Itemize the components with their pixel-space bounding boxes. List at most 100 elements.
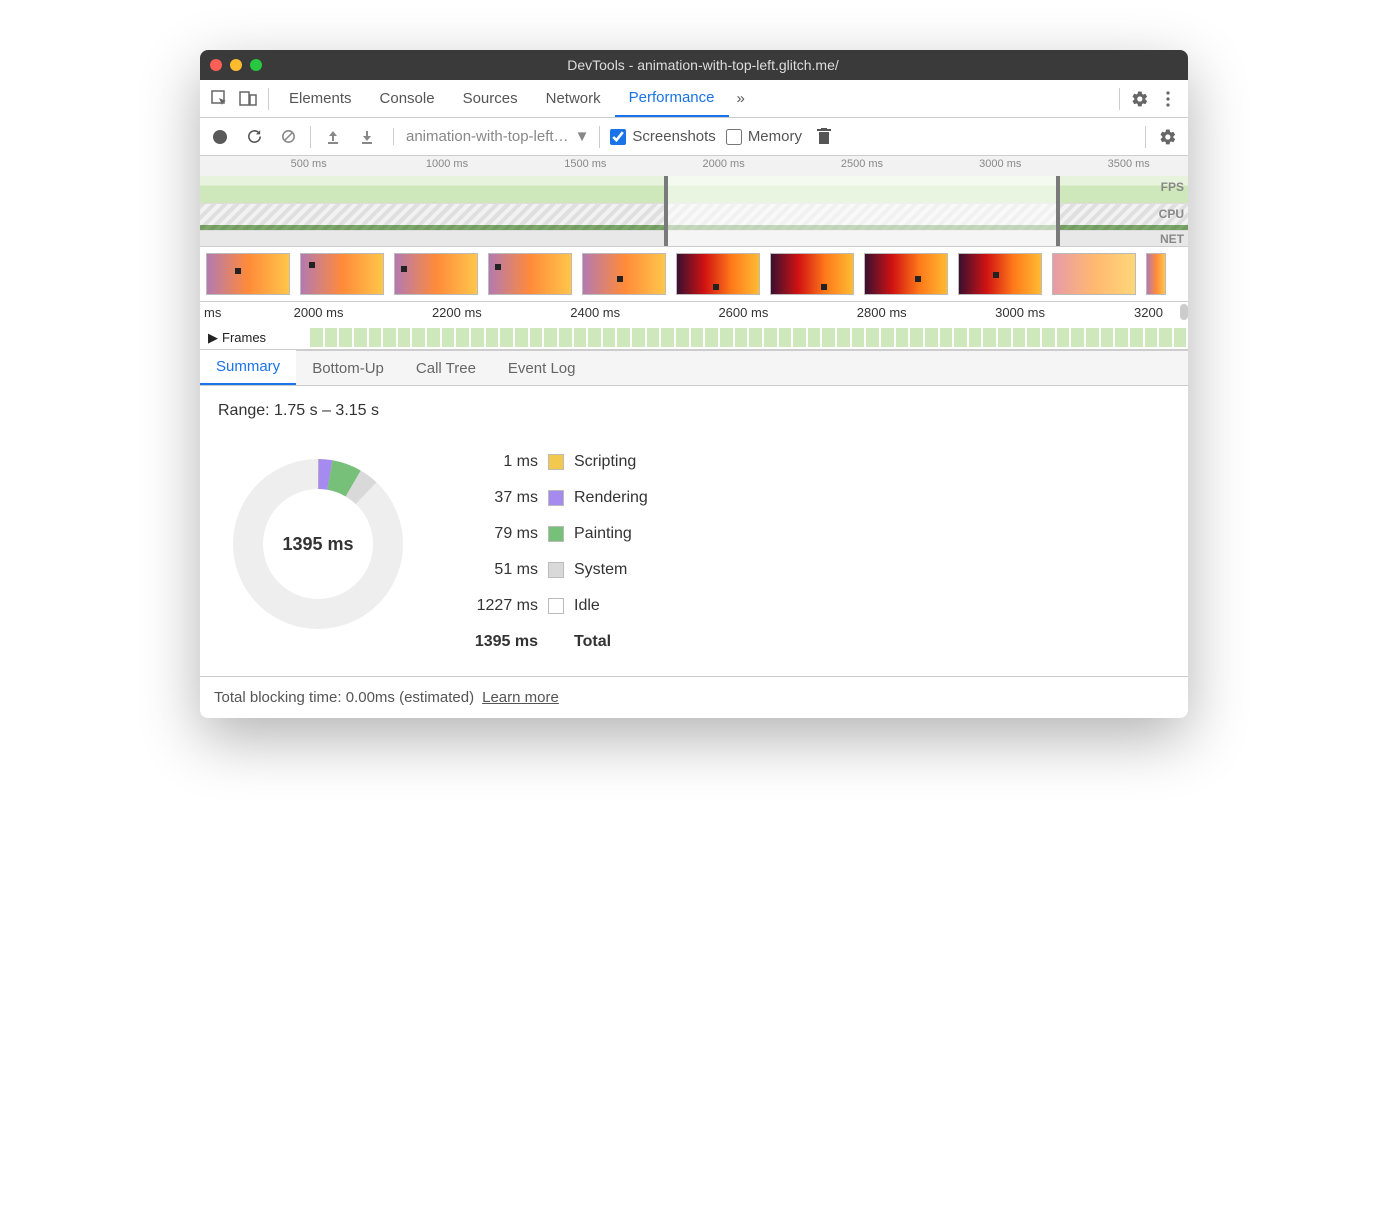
memory-checkbox[interactable]: Memory [726, 128, 802, 145]
ruler-tick: 2000 ms [703, 158, 745, 170]
close-window-button[interactable] [210, 59, 222, 71]
range-text: Range: 1.75 s – 3.15 s [218, 402, 1170, 420]
footer: Total blocking time: 0.00ms (estimated) … [200, 676, 1188, 718]
tab-bottom-up[interactable]: Bottom-Up [296, 352, 400, 385]
kebab-menu-icon[interactable] [1154, 85, 1182, 113]
frames-label-text: Frames [222, 330, 266, 345]
frames-bars [200, 326, 1188, 349]
performance-toolbar: animation-with-top-left… ▼ Screenshots M… [200, 118, 1188, 156]
ruler-tick: 2200 ms [432, 305, 482, 320]
screenshot-thumbnail[interactable] [206, 253, 290, 295]
divider [1145, 126, 1146, 148]
tab-network[interactable]: Network [532, 80, 615, 117]
legend-row: 37 ms Rendering [458, 480, 648, 516]
frames-row[interactable]: ▶ Frames [200, 326, 1188, 350]
download-profile-icon[interactable] [355, 125, 379, 149]
legend-name: Painting [574, 525, 632, 543]
divider [1119, 88, 1120, 110]
overview-tracks: FPS CPU NET [200, 176, 1188, 246]
summary-legend: 1 msScripting 37 ms Rendering 79 msPainting… [458, 444, 648, 660]
legend-swatch [548, 598, 564, 614]
ruler-tick: 2800 ms [857, 305, 907, 320]
tab-elements[interactable]: Elements [275, 80, 366, 117]
profile-selector[interactable]: animation-with-top-left… ▼ [393, 128, 589, 145]
ruler-tick: 3200 [1134, 305, 1163, 320]
settings-gear-icon[interactable] [1126, 85, 1154, 113]
tab-performance[interactable]: Performance [615, 80, 729, 117]
capture-settings-gear-icon[interactable] [1156, 125, 1180, 149]
clear-icon[interactable] [276, 125, 300, 149]
filmstrip [200, 247, 1188, 302]
divider [268, 88, 269, 110]
time-selection-handles[interactable] [664, 176, 1059, 246]
ruler-tick: 2600 ms [718, 305, 768, 320]
legend-name: Idle [574, 597, 600, 615]
screenshots-checkbox[interactable]: Screenshots [610, 128, 715, 145]
legend-swatch [548, 562, 564, 578]
overview-pane[interactable]: 500 ms 1000 ms 1500 ms 2000 ms 2500 ms 3… [200, 156, 1188, 247]
ruler-tick: 3500 ms [1108, 158, 1150, 170]
minimize-window-button[interactable] [230, 59, 242, 71]
flamechart-ruler[interactable]: ms 2000 ms 2200 ms 2400 ms 2600 ms 2800 … [200, 302, 1188, 326]
legend-row: 1 msScripting [458, 444, 648, 480]
cpu-label: CPU [1159, 207, 1184, 221]
window-title: DevTools - animation-with-top-left.glitc… [278, 57, 1128, 73]
legend-total-row: 1395 ms Total [458, 624, 648, 660]
screenshot-thumbnail[interactable] [1146, 253, 1166, 295]
learn-more-link[interactable]: Learn more [482, 689, 559, 706]
screenshot-thumbnail[interactable] [394, 253, 478, 295]
ruler-tick: 500 ms [291, 158, 327, 170]
screenshot-thumbnail[interactable] [676, 253, 760, 295]
ruler-tick: 2500 ms [841, 158, 883, 170]
net-label: NET [1160, 232, 1184, 246]
screenshot-thumbnail[interactable] [300, 253, 384, 295]
legend-value: 1227 ms [458, 597, 538, 615]
tab-summary[interactable]: Summary [200, 350, 296, 385]
ruler-tick: 3000 ms [995, 305, 1045, 320]
scrollbar-thumb[interactable] [1180, 304, 1188, 320]
record-button[interactable] [208, 125, 232, 149]
profile-name: animation-with-top-left… [406, 128, 569, 145]
legend-swatch [548, 526, 564, 542]
inspect-element-icon[interactable] [206, 85, 234, 113]
screenshot-thumbnail[interactable] [770, 253, 854, 295]
legend-row: 1227 ms Idle [458, 588, 648, 624]
memory-label: Memory [748, 128, 802, 145]
tab-console[interactable]: Console [366, 80, 449, 117]
tab-overflow-button[interactable]: » [729, 80, 753, 117]
ruler-tick: 1500 ms [564, 158, 606, 170]
screenshot-thumbnail[interactable] [582, 253, 666, 295]
summary-donut-chart: 1395 ms [218, 444, 418, 644]
reload-record-icon[interactable] [242, 125, 266, 149]
overview-ruler: 500 ms 1000 ms 1500 ms 2000 ms 2500 ms 3… [200, 156, 1188, 176]
tab-sources[interactable]: Sources [449, 80, 532, 117]
tab-call-tree[interactable]: Call Tree [400, 352, 492, 385]
legend-swatch [548, 490, 564, 506]
screenshot-thumbnail[interactable] [1052, 253, 1136, 295]
devtools-window: DevTools - animation-with-top-left.glitc… [200, 50, 1188, 718]
legend-value: 37 ms [458, 489, 538, 507]
legend-name: Total [574, 633, 611, 651]
screenshot-thumbnail[interactable] [958, 253, 1042, 295]
delete-profile-icon[interactable] [812, 125, 836, 149]
legend-row: 79 msPainting [458, 516, 648, 552]
upload-profile-icon[interactable] [321, 125, 345, 149]
legend-swatch [548, 454, 564, 470]
device-toolbar-icon[interactable] [234, 85, 262, 113]
legend-name: Rendering [574, 489, 648, 507]
ruler-fragment: ms [204, 305, 221, 320]
frames-section-toggle[interactable]: ▶ Frames [200, 330, 274, 346]
legend-value: 1395 ms [458, 633, 538, 651]
donut-total-label: 1395 ms [218, 444, 418, 644]
memory-checkbox-input[interactable] [726, 129, 742, 145]
ruler-tick: 1000 ms [426, 158, 468, 170]
screenshot-thumbnail[interactable] [488, 253, 572, 295]
devtools-tabstrip: Elements Console Sources Network Perform… [200, 80, 1188, 118]
screenshots-checkbox-input[interactable] [610, 129, 626, 145]
maximize-window-button[interactable] [250, 59, 262, 71]
tab-event-log[interactable]: Event Log [492, 352, 592, 385]
screenshot-thumbnail[interactable] [864, 253, 948, 295]
ruler-tick: 2400 ms [570, 305, 620, 320]
summary-panel: Range: 1.75 s – 3.15 s 1395 ms 1 msScrip… [200, 386, 1188, 676]
ruler-tick: 2000 ms [294, 305, 344, 320]
